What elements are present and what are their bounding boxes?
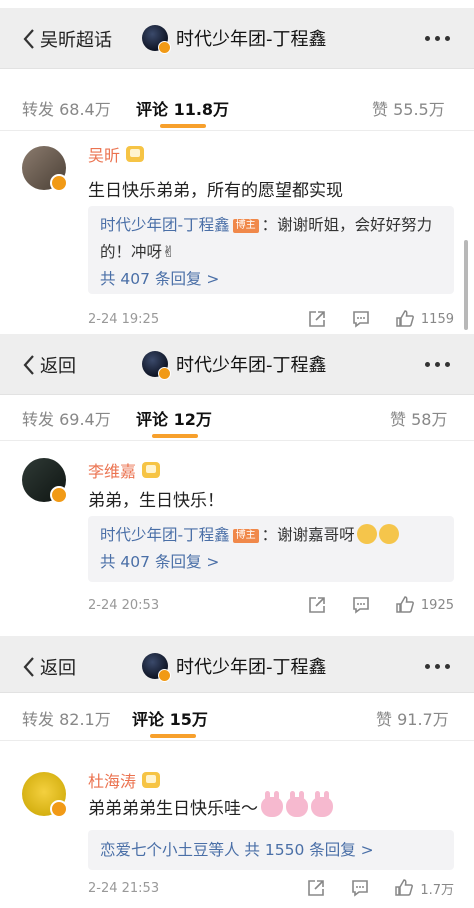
avatar xyxy=(142,653,171,682)
reply-box[interactable]: 时代少年团-丁程鑫 博主 ：谢谢嘉哥呀 共 407 条回复 > xyxy=(88,516,454,582)
reply-box[interactable]: 时代少年团-丁程鑫 博主 ：谢谢昕姐，会好好努力的！冲呀✌ 共 407 条回复 > xyxy=(88,206,454,294)
verified-icon xyxy=(50,174,68,192)
avatar xyxy=(142,351,171,380)
pink-bunny-emoji-icon xyxy=(311,791,333,817)
back-button[interactable]: 返回 xyxy=(22,653,76,681)
comment-time: 2-24 19:25 xyxy=(88,311,160,327)
avatar[interactable] xyxy=(22,146,68,192)
tab-bar: 转发 82.1万 评论 15万 赞 91.7万 xyxy=(0,694,474,741)
comment-time: 2-24 21:53 xyxy=(88,880,160,896)
nav-bar: 返回 时代少年团-丁程鑫 xyxy=(0,636,474,693)
tab-repost[interactable]: 转发 69.4万 xyxy=(22,406,111,430)
pink-bunny-emoji-icon xyxy=(286,791,308,817)
tab-likes[interactable]: 赞 58万 xyxy=(390,406,447,430)
nav-title-text: 时代少年团-丁程鑫 xyxy=(176,657,327,678)
back-label: 返回 xyxy=(40,658,76,679)
verified-icon xyxy=(158,367,171,380)
share-icon[interactable] xyxy=(307,309,327,329)
tab-bar: 转发 69.4万 评论 12万 赞 58万 xyxy=(0,394,474,441)
tab-likes[interactable]: 赞 55.5万 xyxy=(372,96,445,120)
like-count: 1925 xyxy=(420,597,454,613)
comment-text: 生日快乐弟弟，所有的愿望都实现 xyxy=(88,181,343,201)
back-label: 吴昕超话 xyxy=(40,30,112,51)
like-icon[interactable] xyxy=(394,878,414,898)
comment-time: 2-24 20:53 xyxy=(88,597,160,613)
comment-meta: 2-24 20:53 1925 xyxy=(88,594,454,616)
party-face-emoji-icon xyxy=(378,524,399,544)
verified-icon xyxy=(158,669,171,682)
avatar xyxy=(142,25,171,54)
reply-count-link[interactable]: 恋爱七个小土豆等人 共 1550 条回复 > xyxy=(100,836,442,864)
reply-username[interactable]: 时代少年团-丁程鑫 xyxy=(100,216,230,234)
reply-text: ：谢谢嘉哥呀 xyxy=(261,526,355,544)
comment-meta: 2-24 21:53 1.7万 xyxy=(88,877,454,899)
chevron-left-icon xyxy=(23,29,34,49)
avatar[interactable] xyxy=(22,458,68,504)
scrollbar[interactable] xyxy=(464,240,468,330)
comment-meta: 2-24 19:25 1159 xyxy=(88,308,454,330)
reply-box[interactable]: 恋爱七个小土豆等人 共 1550 条回复 > xyxy=(88,830,454,870)
crown-icon xyxy=(142,462,161,478)
comment-username[interactable]: 杜海涛 xyxy=(88,768,161,792)
tab-bar: 转发 68.4万 评论 11.8万 赞 55.5万 xyxy=(0,84,474,131)
back-button[interactable]: 吴昕超话 xyxy=(22,25,112,53)
tab-repost[interactable]: 转发 68.4万 xyxy=(22,96,111,120)
verified-icon xyxy=(158,41,171,54)
nav-bar: 吴昕超话 时代少年团-丁程鑫 xyxy=(0,8,474,69)
comment-text: 弟弟弟弟生日快乐哇～ xyxy=(88,791,333,819)
share-icon[interactable] xyxy=(307,595,327,615)
reply-username[interactable]: 时代少年团-丁程鑫 xyxy=(100,526,230,544)
comment-username[interactable]: 李维嘉 xyxy=(88,458,161,482)
chevron-left-icon xyxy=(23,355,34,375)
comment-icon[interactable] xyxy=(351,595,371,615)
nav-title[interactable]: 时代少年团-丁程鑫 xyxy=(142,22,327,54)
tab-active-underline xyxy=(152,434,198,438)
tab-comments[interactable]: 评论 15万 xyxy=(132,706,208,730)
back-button[interactable]: 返回 xyxy=(22,351,76,379)
panel-3: 返回 时代少年团-丁程鑫 转发 82.1万 评论 15万 赞 91.7万 杜海涛… xyxy=(0,636,474,908)
verified-icon xyxy=(50,800,68,818)
like-icon[interactable] xyxy=(395,309,415,329)
nav-bar: 返回 时代少年团-丁程鑫 xyxy=(0,334,474,395)
more-dots-icon[interactable] xyxy=(425,352,450,376)
comment-icon[interactable] xyxy=(350,878,370,898)
panel-2: 返回 时代少年团-丁程鑫 转发 69.4万 评论 12万 赞 58万 李维嘉 弟… xyxy=(0,334,474,622)
party-face-emoji-icon xyxy=(356,524,377,544)
crown-icon xyxy=(142,772,161,788)
panel-1: 吴昕超话 时代少年团-丁程鑫 转发 68.4万 评论 11.8万 赞 55.5万… xyxy=(0,8,474,330)
like-icon[interactable] xyxy=(395,595,415,615)
back-label: 返回 xyxy=(40,356,76,377)
verified-icon xyxy=(50,486,68,504)
tab-likes[interactable]: 赞 91.7万 xyxy=(376,706,449,730)
nav-title[interactable]: 时代少年团-丁程鑫 xyxy=(142,348,327,380)
tab-comments[interactable]: 评论 11.8万 xyxy=(136,96,229,120)
nav-title-text: 时代少年团-丁程鑫 xyxy=(176,29,327,50)
comment-icon[interactable] xyxy=(351,309,371,329)
crown-icon xyxy=(126,146,145,162)
avatar[interactable] xyxy=(22,772,68,818)
tab-repost[interactable]: 转发 82.1万 xyxy=(22,706,111,730)
chevron-left-icon xyxy=(23,657,34,677)
tab-comments[interactable]: 评论 12万 xyxy=(136,406,212,430)
reply-count-link[interactable]: 共 407 条回复 > xyxy=(100,266,442,293)
comment-username[interactable]: 吴昕 xyxy=(88,142,145,166)
comment-text: 弟弟，生日快乐！ xyxy=(88,491,224,511)
blogger-badge: 博主 xyxy=(232,219,259,233)
like-count: 1159 xyxy=(420,311,454,327)
share-icon[interactable] xyxy=(306,878,326,898)
reply-count-link[interactable]: 共 407 条回复 > xyxy=(100,549,442,576)
more-dots-icon[interactable] xyxy=(425,654,450,678)
nav-title[interactable]: 时代少年团-丁程鑫 xyxy=(142,650,327,682)
like-count: 1.7万 xyxy=(420,882,454,898)
tab-active-underline xyxy=(150,734,196,738)
blogger-badge: 博主 xyxy=(232,529,259,543)
more-dots-icon[interactable] xyxy=(425,26,450,50)
tab-active-underline xyxy=(160,124,206,128)
nav-title-text: 时代少年团-丁程鑫 xyxy=(176,355,327,376)
pink-bunny-emoji-icon xyxy=(261,791,283,817)
